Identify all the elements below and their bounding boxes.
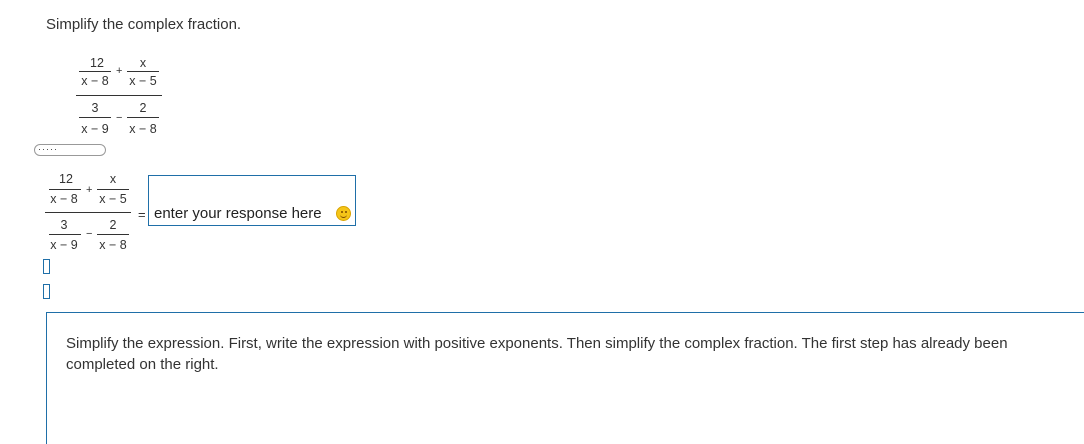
work-den-left-top: 3 <box>60 218 68 232</box>
problem-num-right-bar <box>127 71 159 72</box>
work-den-right-bar <box>97 234 129 235</box>
work-num-left-bar <box>49 189 81 190</box>
help-panel-top-border <box>46 312 1084 313</box>
work-num-right-top: x <box>109 172 117 186</box>
work-num-right-bottom: x − 5 <box>99 192 127 206</box>
input-slot-1[interactable] <box>43 259 50 274</box>
problem-num-left-bar <box>79 71 111 72</box>
problem-den-left-bar <box>79 117 111 118</box>
problem-den-right-top: 2 <box>139 101 147 115</box>
input-slot-2[interactable] <box>43 284 50 299</box>
work-num-operator: + <box>86 184 93 196</box>
work-den-left-bar <box>49 234 81 235</box>
problem-den-right-bar <box>127 117 159 118</box>
work-num-left-top: 12 <box>59 172 73 186</box>
problem-num-operator: + <box>116 65 123 77</box>
work-num-left-bottom: x − 8 <box>50 192 78 206</box>
instruction-text: Simplify the complex fraction. <box>46 16 242 33</box>
problem-num-left-top: 12 <box>90 56 104 70</box>
work-den-right-bottom: x − 8 <box>99 238 127 252</box>
problem-den-left-top: 3 <box>91 101 99 115</box>
smiley-mouth <box>340 213 347 218</box>
problem-main-fraction-bar <box>76 95 162 96</box>
smiley-icon <box>336 206 351 221</box>
answer-placeholder[interactable]: enter your response here <box>154 205 322 222</box>
problem-num-left-bottom: x − 8 <box>81 74 109 88</box>
help-text: Simplify the expression. First, write th… <box>66 335 1008 373</box>
work-den-operator: − <box>86 228 93 240</box>
work-den-left-bottom: x − 9 <box>50 238 78 252</box>
problem-den-operator: − <box>116 112 123 124</box>
collapse-toggle-button[interactable]: ····· <box>34 144 106 156</box>
problem-den-left-bottom: x − 9 <box>81 122 109 136</box>
work-den-right-top: 2 <box>109 218 117 232</box>
work-main-fraction-bar <box>45 212 131 213</box>
problem-num-right-top: x <box>139 56 147 70</box>
work-num-right-bar <box>97 189 129 190</box>
help-panel-left-border <box>46 312 47 444</box>
problem-num-right-bottom: x − 5 <box>129 74 157 88</box>
problem-den-right-bottom: x − 8 <box>129 122 157 136</box>
equals-sign: = <box>138 207 146 222</box>
